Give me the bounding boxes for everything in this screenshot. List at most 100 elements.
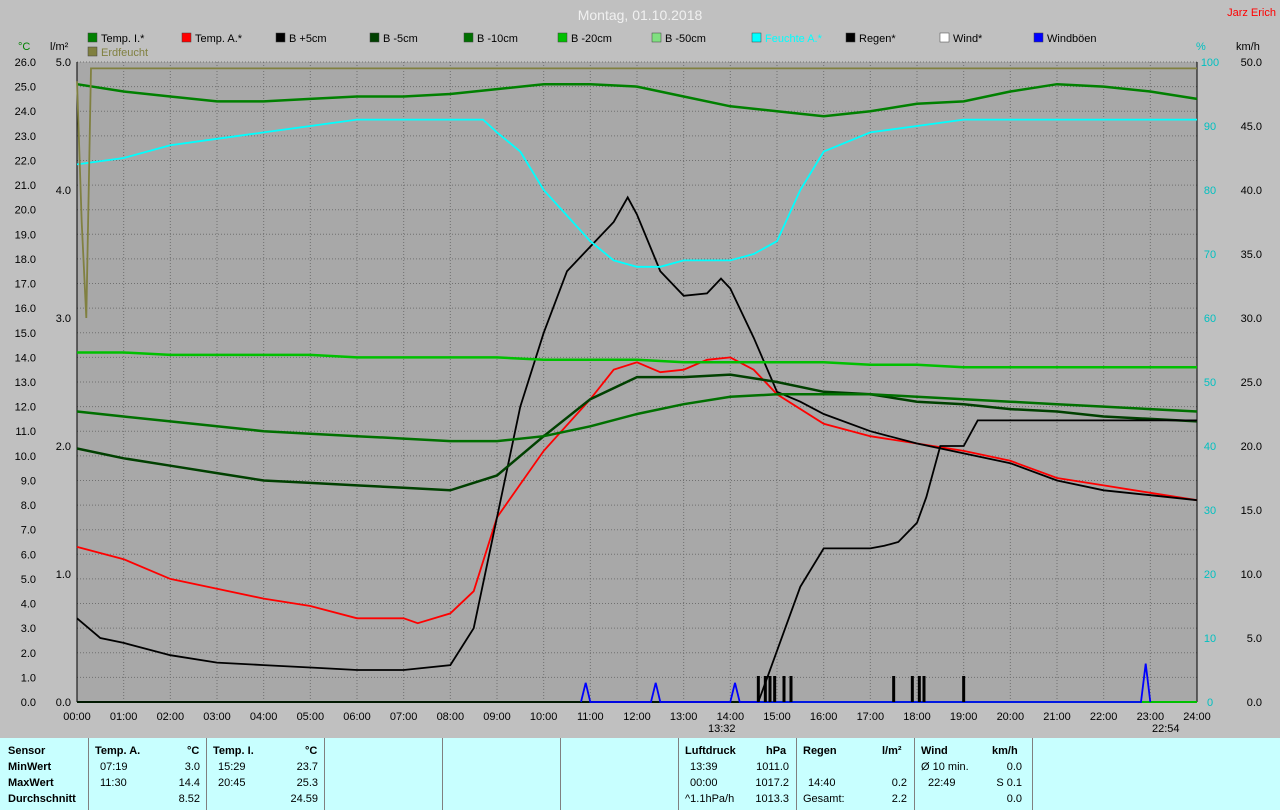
y-wind-tick-label: 5.0 xyxy=(1247,633,1262,645)
y-wind-tick-label: 0.0 xyxy=(1247,697,1262,709)
temp-a-max-value: 14.4 xyxy=(178,777,200,789)
y-wind-tick-label: 40.0 xyxy=(1241,185,1262,197)
y-temp-tick-label: 0.0 xyxy=(21,697,36,709)
y-temp-tick-label: 21.0 xyxy=(15,180,36,192)
x-tick-label: 23:00 xyxy=(1137,711,1165,723)
rain-total-label: Gesamt: xyxy=(803,793,845,805)
y-temp-tick-label: 23.0 xyxy=(15,131,36,143)
y-rain-tick-label: 4.0 xyxy=(56,185,71,197)
pressure-max-time: 00:00 xyxy=(690,777,718,789)
temp-i-min-time: 15:29 xyxy=(218,761,246,773)
y-temp-tick-label: 17.0 xyxy=(15,279,36,291)
x-tick-label: 17:00 xyxy=(857,711,885,723)
legend-label: Temp. I.* xyxy=(101,33,145,45)
row-label-min: MinWert xyxy=(8,761,52,773)
wind-unit: km/h xyxy=(992,745,1018,757)
legend-swatch xyxy=(463,32,474,43)
pressure-min-value: 1011.0 xyxy=(756,761,789,773)
legend-label: B +5cm xyxy=(289,33,327,45)
y-temp-tick-label: 4.0 xyxy=(21,599,36,611)
legend-label: B -10cm xyxy=(477,33,518,45)
pressure-unit: hPa xyxy=(766,745,787,757)
y-rain-tick-label: 5.0 xyxy=(56,57,71,69)
legend-swatch xyxy=(845,32,856,43)
rain-unit: l/m² xyxy=(882,745,902,757)
axis-unit-rain: l/m² xyxy=(50,41,69,53)
y-temp-tick-label: 2.0 xyxy=(21,648,36,660)
y-humidity-tick-label: 40 xyxy=(1204,441,1216,453)
x-tick-label: 18:00 xyxy=(903,711,931,723)
wind-header: Wind xyxy=(921,745,948,757)
wind-third-value: 0.0 xyxy=(1006,793,1022,805)
legend-label: Erdfeucht xyxy=(101,47,148,59)
x-tick-label: 16:00 xyxy=(810,711,838,723)
x-tick-label: 22:00 xyxy=(1090,711,1118,723)
y-wind-tick-label: 35.0 xyxy=(1241,249,1262,261)
y-temp-tick-label: 20.0 xyxy=(15,205,36,217)
x-tick-label: 04:00 xyxy=(250,711,278,723)
rain-total-value: 2.2 xyxy=(891,793,907,805)
chart-title: Montag, 01.10.2018 xyxy=(578,7,703,23)
x-tick-label: 19:00 xyxy=(950,711,978,723)
wind-max-time: 22:49 xyxy=(928,777,956,789)
legend-swatch xyxy=(1033,32,1044,43)
legend-swatch xyxy=(751,32,762,43)
legend-label: Feuchte A.* xyxy=(765,33,823,45)
y-temp-tick-label: 6.0 xyxy=(21,549,36,561)
temp-a-max-time: 11:30 xyxy=(100,777,127,789)
y-humidity-tick-label: 100 xyxy=(1201,57,1219,69)
y-temp-tick-label: 9.0 xyxy=(21,475,36,487)
y-temp-tick-label: 3.0 xyxy=(21,623,36,635)
pressure-min-time: 13:39 xyxy=(690,761,718,773)
y-wind-tick-label: 25.0 xyxy=(1241,377,1262,389)
pressure-max-value: 1017.2 xyxy=(755,777,789,789)
temp-i-min-value: 23.7 xyxy=(296,761,318,773)
wind-avg10-value: 0.0 xyxy=(1006,761,1022,773)
y-wind-tick-label: 10.0 xyxy=(1241,569,1262,581)
y-humidity-tick-label: 50 xyxy=(1204,377,1216,389)
wind-time-marker: 22:54 xyxy=(1152,723,1180,735)
legend-label: B -50cm xyxy=(665,33,706,45)
y-humidity-tick-label: 10 xyxy=(1204,633,1216,645)
statistics-table: Sensor MinWert MaxWert Durchschnitt Temp… xyxy=(0,738,1280,810)
y-temp-tick-label: 18.0 xyxy=(15,254,36,266)
x-tick-label: 15:00 xyxy=(763,711,791,723)
y-temp-tick-label: 12.0 xyxy=(15,402,36,414)
y-temp-tick-label: 8.0 xyxy=(21,500,36,512)
y-temp-tick-label: 24.0 xyxy=(15,106,36,118)
y-humidity-tick-label: 90 xyxy=(1204,121,1216,133)
axis-unit-wind: km/h xyxy=(1236,41,1260,53)
y-wind-tick-label: 15.0 xyxy=(1241,505,1262,517)
sensor-header: Sensor xyxy=(8,745,46,757)
legend-label: Wind* xyxy=(953,33,983,45)
row-label-avg: Durchschnitt xyxy=(8,793,76,805)
y-temp-tick-label: 5.0 xyxy=(21,574,36,586)
temp-a-min-value: 3.0 xyxy=(184,761,200,773)
y-temp-tick-label: 10.0 xyxy=(15,451,36,463)
x-tick-label: 00:00 xyxy=(63,711,91,723)
y-rain-tick-label: 1.0 xyxy=(56,569,71,581)
y-temp-tick-label: 19.0 xyxy=(15,229,36,241)
x-tick-label: 01:00 xyxy=(110,711,138,723)
x-tick-label: 07:00 xyxy=(390,711,418,723)
axis-unit-humidity: % xyxy=(1196,41,1206,53)
axis-unit-temp: °C xyxy=(18,41,30,53)
temp-a-avg-value: 8.52 xyxy=(178,793,200,805)
y-temp-tick-label: 13.0 xyxy=(15,377,36,389)
x-tick-label: 12:00 xyxy=(623,711,651,723)
y-rain-tick-label: 2.0 xyxy=(56,441,71,453)
y-temp-tick-label: 7.0 xyxy=(21,525,36,537)
pressure-header: Luftdruck xyxy=(685,745,736,757)
y-temp-tick-label: 26.0 xyxy=(15,57,36,69)
pressure-trend: ^1.1hPa/h xyxy=(685,793,735,805)
y-rain-tick-label: 0.0 xyxy=(56,697,71,709)
legend-swatch xyxy=(651,32,662,43)
legend-swatch xyxy=(939,32,950,43)
y-wind-tick-label: 20.0 xyxy=(1241,441,1262,453)
rain-header: Regen xyxy=(803,745,837,757)
y-humidity-tick-label: 70 xyxy=(1204,249,1216,261)
wind-max-value: S 0.1 xyxy=(996,777,1022,789)
temp-i-max-time: 20:45 xyxy=(218,777,246,789)
y-temp-tick-label: 15.0 xyxy=(15,328,36,340)
y-wind-tick-label: 30.0 xyxy=(1241,313,1262,325)
